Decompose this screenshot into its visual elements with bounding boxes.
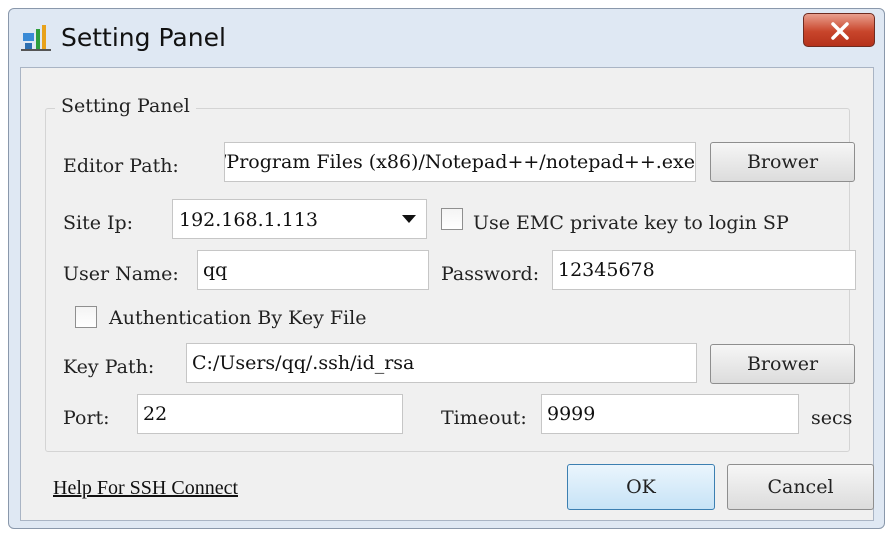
ssh-help-link[interactable]: Help For SSH Connect <box>53 477 238 500</box>
emc-key-checkbox[interactable] <box>441 208 463 230</box>
cancel-button[interactable]: Cancel <box>727 464 874 510</box>
close-button[interactable] <box>803 13 875 47</box>
editor-path-label: Editor Path: <box>63 155 179 177</box>
timeout-input[interactable]: 9999 <box>541 394 799 434</box>
site-ip-label: Site Ip: <box>63 212 134 234</box>
window-title: Setting Panel <box>61 23 226 52</box>
password-label: Password: <box>441 263 540 285</box>
user-name-label: User Name: <box>63 263 179 285</box>
dialog-body: Setting Panel Editor Path: C:/Program Fi… <box>20 67 874 521</box>
group-label: Setting Panel <box>55 95 196 117</box>
key-path-input[interactable]: C:/Users/qq/.ssh/id_rsa <box>186 343 697 383</box>
password-input[interactable]: 12345678 <box>552 250 856 290</box>
key-path-label: Key Path: <box>63 356 155 378</box>
ok-button[interactable]: OK <box>567 464 715 510</box>
port-input[interactable]: 22 <box>137 394 403 434</box>
settings-dialog: Setting Panel Setting Panel Editor Path:… <box>8 8 885 529</box>
auth-key-file-checkbox[interactable] <box>75 306 97 328</box>
editor-path-input[interactable]: C:/Program Files (x86)/Notepad++/notepad… <box>224 142 696 182</box>
timeout-label: Timeout: <box>441 407 527 429</box>
settings-app-icon <box>21 25 51 51</box>
port-label: Port: <box>63 407 110 429</box>
editor-path-value: C:/Program Files (x86)/Notepad++/notepad… <box>224 151 695 173</box>
auth-key-file-label: Authentication By Key File <box>109 307 367 329</box>
timeout-unit-label: secs <box>811 407 853 429</box>
close-icon <box>831 22 849 40</box>
site-ip-value: 192.168.1.113 <box>179 209 319 231</box>
chevron-down-icon <box>402 215 416 223</box>
site-ip-select[interactable]: 192.168.1.113 <box>172 199 427 239</box>
emc-key-label: Use EMC private key to login SP <box>473 212 789 234</box>
key-browse-button[interactable]: Brower <box>710 344 855 384</box>
editor-browse-button[interactable]: Brower <box>710 142 855 182</box>
user-name-input[interactable]: qq <box>197 250 429 290</box>
